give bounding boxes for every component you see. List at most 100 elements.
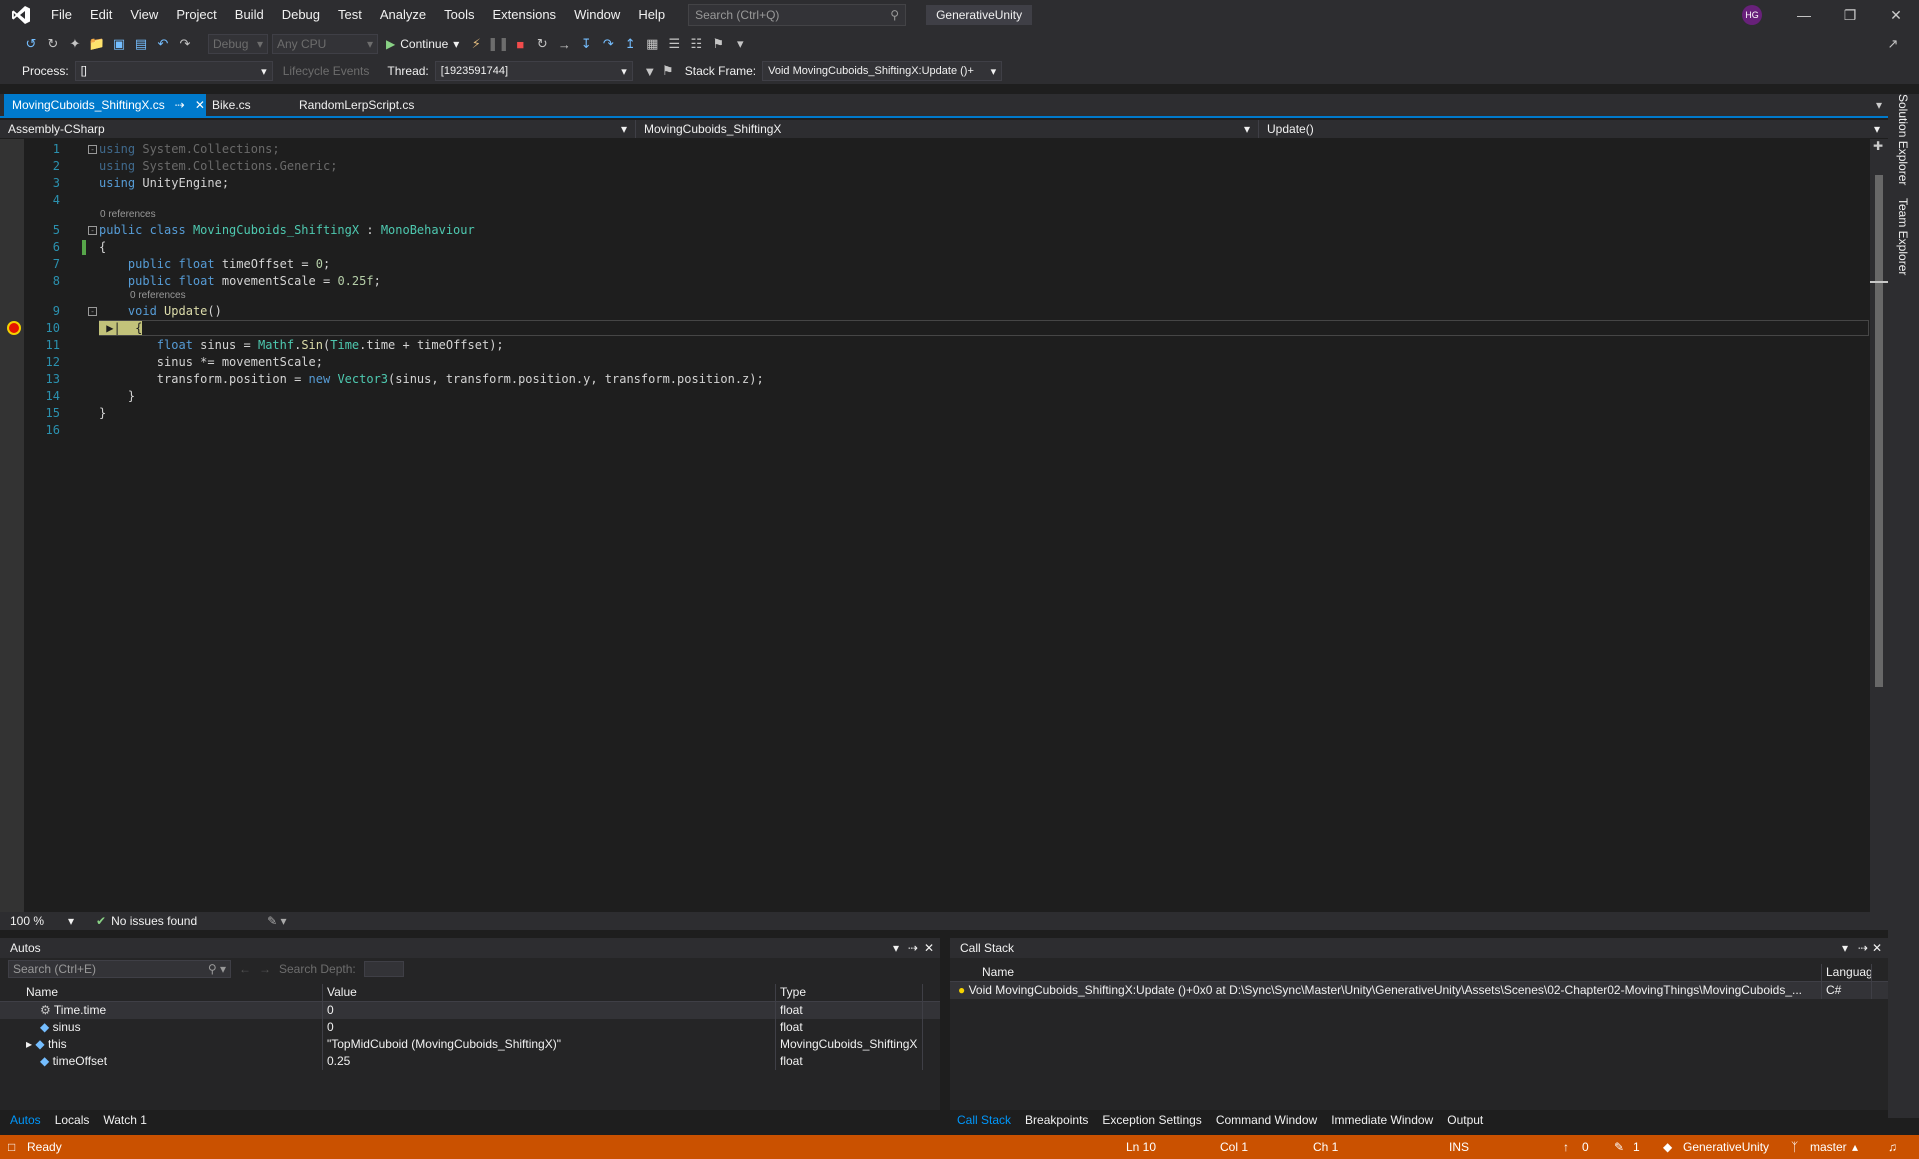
menu-analyze[interactable]: Analyze (371, 0, 435, 30)
show-next-statement-icon[interactable]: → (555, 35, 573, 53)
menu-edit[interactable]: Edit (81, 0, 121, 30)
menu-test[interactable]: Test (329, 0, 371, 30)
tab-autos[interactable]: Autos (3, 1110, 48, 1130)
search-depth-select[interactable] (363, 961, 404, 977)
tab-exception-settings[interactable]: Exception Settings (1095, 1110, 1208, 1130)
menu-help[interactable]: Help (629, 0, 674, 30)
new-project-icon[interactable]: ✦ (66, 35, 84, 53)
variable-value[interactable]: "TopMidCuboid (MovingCuboids_ShiftingX)" (323, 1036, 776, 1053)
quick-search-input[interactable]: Search (Ctrl+Q) ⚲ (688, 4, 907, 26)
class-select[interactable]: MovingCuboids_ShiftingX ▾ (636, 120, 1259, 138)
close-window-icon[interactable]: ✕ (1873, 0, 1919, 30)
tab-immediate-window[interactable]: Immediate Window (1324, 1110, 1440, 1130)
table-row[interactable]: ● Void MovingCuboids_ShiftingX:Update ()… (950, 982, 1888, 999)
tab-breakpoints[interactable]: Breakpoints (1018, 1110, 1095, 1130)
avatar[interactable]: HG (1742, 5, 1762, 25)
window-position-icon[interactable]: ▾ (893, 941, 899, 955)
thread-select[interactable]: [1923591744] ▾ (434, 61, 633, 81)
step-into-icon[interactable]: ↧ (577, 35, 595, 53)
solution-platform-select[interactable]: Any CPU ▾ (272, 34, 378, 54)
filter-icon[interactable]: ▼ (641, 62, 659, 80)
menu-build[interactable]: Build (226, 0, 273, 30)
pending-changes-count[interactable]: 1 (1633, 1135, 1640, 1159)
variable-value[interactable]: 0 (323, 1002, 776, 1019)
code-editor[interactable]: 1- using System.Collections; 2 using Syste… (0, 139, 1870, 912)
window-position-icon[interactable]: ▾ (1842, 941, 1848, 955)
table-row[interactable]: ◆ timeOffset 0.25 float (0, 1053, 940, 1070)
notifications-bell-icon[interactable]: ♫ (1888, 1135, 1897, 1159)
unpushed-commits-count[interactable]: 0 (1582, 1135, 1589, 1159)
zoom-level-select[interactable]: 100 % (10, 914, 68, 928)
undo-icon[interactable]: ↶ (154, 35, 172, 53)
bookmark-icon[interactable]: ⚑ (709, 35, 727, 53)
tab-overflow-icon[interactable]: ▾ (1876, 98, 1882, 112)
step-out-icon[interactable]: ↥ (621, 35, 639, 53)
repository-name[interactable]: GenerativeUnity (1683, 1135, 1769, 1159)
live-share-icon[interactable]: ↗ (1884, 35, 1902, 53)
menu-extensions[interactable]: Extensions (483, 0, 565, 30)
table-row[interactable]: ⚙ Time.time 0 float (0, 1002, 940, 1019)
column-value[interactable]: Value (323, 984, 776, 1001)
pin-icon[interactable]: ⇢ (1858, 941, 1868, 955)
save-icon[interactable]: ▣ (110, 35, 128, 53)
column-type[interactable]: Type (776, 984, 923, 1001)
codelens-class-references[interactable]: 0 references (100, 209, 156, 220)
table-row[interactable]: ▸ ◆ this "TopMidCuboid (MovingCuboids_Sh… (0, 1036, 940, 1053)
variable-value[interactable]: 0 (323, 1019, 776, 1036)
redo-icon[interactable]: ↷ (176, 35, 194, 53)
tab-locals[interactable]: Locals (48, 1110, 97, 1130)
tab-solution-explorer[interactable]: Solution Explorer (1896, 94, 1910, 185)
save-all-icon[interactable]: ▤ (132, 35, 150, 53)
column-name[interactable]: Name (950, 964, 1822, 981)
tab-movingcuboids-shiftingx[interactable]: MovingCuboids_ShiftingX.cs ⇢ ✕ (4, 94, 206, 116)
menu-tools[interactable]: Tools (435, 0, 483, 30)
codelens-method-references[interactable]: 0 references (130, 290, 186, 301)
toolbar-overflow-icon[interactable]: ▾ (731, 35, 749, 53)
lifecycle-events-button[interactable]: Lifecycle Events (283, 64, 370, 78)
tab-command-window[interactable]: Command Window (1209, 1110, 1324, 1130)
autos-search-input[interactable]: Search (Ctrl+E) ⚲ ▾ (8, 960, 231, 978)
hot-reload-icon[interactable]: ⚡ (467, 35, 485, 53)
tab-watch-1[interactable]: Watch 1 (96, 1110, 154, 1130)
column-name[interactable]: Name (0, 984, 323, 1001)
navigate-back-icon[interactable]: ↺ (22, 35, 40, 53)
tab-randomlerpscript[interactable]: RandomLerpScript.cs (291, 94, 422, 116)
uncomment-icon[interactable]: ☷ (687, 35, 705, 53)
search-back-icon[interactable]: ← (239, 962, 251, 976)
minimize-icon[interactable]: — (1781, 0, 1827, 30)
tab-call-stack[interactable]: Call Stack (950, 1110, 1018, 1130)
scrollbar-thumb[interactable] (1875, 175, 1883, 687)
table-row[interactable]: ◆ sinus 0 float (0, 1019, 940, 1036)
column-language[interactable]: Languag (1822, 964, 1872, 981)
brush-icon[interactable]: ✎ ▾ (267, 914, 286, 928)
column-indicator[interactable]: Col 1 (1220, 1135, 1248, 1159)
restart-icon[interactable]: ↻ (533, 35, 551, 53)
variable-value[interactable]: 0.25 (323, 1053, 776, 1070)
project-select[interactable]: Assembly-CSharp ▾ (0, 120, 636, 138)
menu-file[interactable]: File (42, 0, 81, 30)
comment-icon[interactable]: ☰ (665, 35, 683, 53)
char-indicator[interactable]: Ch 1 (1313, 1135, 1338, 1159)
pin-icon[interactable]: ⇢ (908, 941, 918, 955)
solution-configuration-select[interactable]: Debug ▾ (208, 34, 268, 54)
expand-icon[interactable]: ▸ (26, 1037, 32, 1051)
flag-threads-icon[interactable]: ⚑ (659, 62, 677, 80)
close-panel-icon[interactable]: ✕ (1872, 941, 1882, 955)
continue-button[interactable]: ▶ Continue ▾ (382, 37, 463, 51)
tab-bike[interactable]: Bike.cs (204, 94, 259, 116)
step-over-icon[interactable]: ↷ (599, 35, 617, 53)
tab-team-explorer[interactable]: Team Explorer (1896, 198, 1910, 275)
break-all-icon[interactable]: ❚❚ (487, 35, 509, 53)
member-select[interactable]: Update() ▾ (1259, 120, 1888, 138)
navigate-forward-icon[interactable]: ↻ (44, 35, 62, 53)
issues-indicator[interactable]: No issues found (111, 914, 197, 928)
pin-icon[interactable]: ⇢ (175, 98, 185, 112)
branch-name[interactable]: master (1810, 1135, 1847, 1159)
menu-window[interactable]: Window (565, 0, 629, 30)
line-indicator[interactable]: Ln 10 (1126, 1135, 1156, 1159)
split-icon[interactable]: ✚ (1873, 139, 1883, 153)
menu-project[interactable]: Project (167, 0, 225, 30)
close-panel-icon[interactable]: ✕ (924, 941, 934, 955)
process-select[interactable]: [] ▾ (74, 61, 273, 81)
hex-display-icon[interactable]: ▦ (643, 35, 661, 53)
